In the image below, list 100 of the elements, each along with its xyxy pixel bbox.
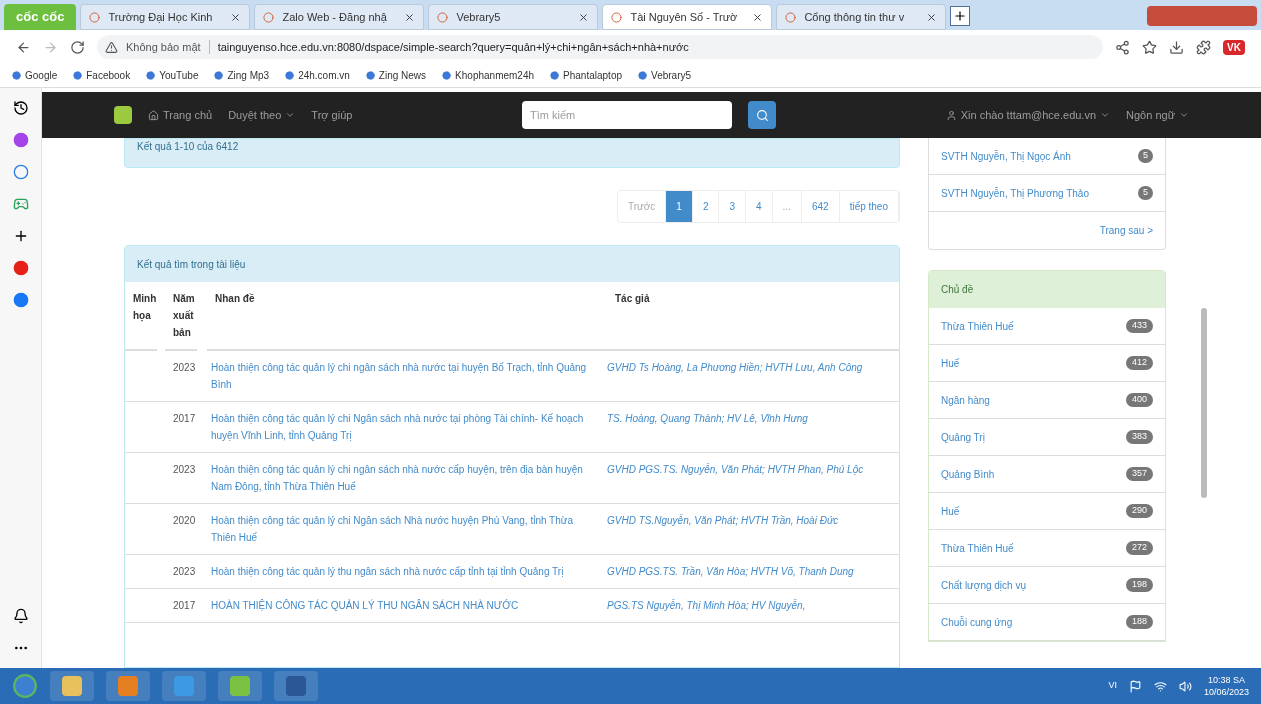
star-icon[interactable]: [1142, 39, 1158, 55]
nav-link[interactable]: Trang chủ: [148, 106, 213, 124]
facet-item[interactable]: Thừa Thiên Huế 433: [929, 308, 1165, 345]
nav-link[interactable]: Trợ giúp: [311, 106, 353, 124]
author-link[interactable]: GVHD Ts Hoàng, La Phương Hiền; HVTH Lưu, Anh Công: [607, 351, 899, 402]
facet-item[interactable]: SVTH Nguyễn, Thị Phương Thảo 5: [929, 175, 1165, 212]
facet-item[interactable]: Quảng Bình 357: [929, 456, 1165, 493]
year-cell: 2020: [165, 504, 207, 555]
network-icon[interactable]: [1153, 679, 1167, 693]
facet-item[interactable]: Ngân hàng 400: [929, 382, 1165, 419]
author-link[interactable]: GVHD PGS.TS. Nguyễn, Văn Phát; HVTH Phan, Phú Lộc: [607, 453, 899, 504]
count-badge: 5: [1138, 149, 1153, 163]
nav-link[interactable]: Duyệt theo: [228, 106, 296, 124]
page-link[interactable]: 3: [719, 191, 747, 222]
history-icon[interactable]: [12, 100, 29, 116]
site-icon: [263, 11, 275, 23]
start-button[interactable]: [12, 673, 38, 699]
count-badge: 412: [1125, 356, 1153, 370]
page-link[interactable]: tiếp theo: [839, 191, 899, 222]
new-tab-button[interactable]: [950, 6, 971, 26]
back-icon[interactable]: [16, 39, 31, 55]
bookmark-link[interactable]: Phantalaptop: [550, 68, 622, 83]
bookmark-link[interactable]: YouTube: [146, 68, 199, 83]
home-icon: [148, 109, 159, 121]
browser-tab[interactable]: Zalo Web - Đăng nhậ: [254, 4, 425, 30]
site-icon: [611, 11, 623, 23]
author-link[interactable]: GVHD TS.Nguyễn, Văn Phát; HVTH Trần, Hoài Đức: [607, 504, 899, 555]
reload-icon[interactable]: [70, 39, 85, 55]
puzzle-icon[interactable]: [1196, 39, 1212, 55]
search-button[interactable]: [748, 101, 777, 129]
tab-title: Zalo Web - Đăng nhậ: [282, 9, 388, 25]
scrollbar-thumb[interactable]: [1201, 308, 1207, 498]
count-badge: 198: [1125, 578, 1153, 592]
column-header[interactable]: Năm xuất bản: [165, 282, 197, 351]
facet-item[interactable]: Thừa Thiên Huế 272: [929, 530, 1165, 567]
browser-tab[interactable]: Tài Nguyên Số - Trườ: [602, 4, 773, 30]
address-bar[interactable]: Không bảo mật tainguyenso.hce.edu.vn:8080/dspace/simple-search?query=quản+lý+chi+ngân+sách+nhà+nước: [97, 35, 1104, 59]
site-logo[interactable]: [114, 106, 132, 124]
page-link[interactable]: 4: [746, 191, 773, 222]
language-menu[interactable]: Ngôn ngữ: [1126, 106, 1189, 124]
close-icon[interactable]: [926, 11, 938, 23]
close-icon[interactable]: [578, 11, 590, 23]
facet-item[interactable]: Quảng Trị 383: [929, 419, 1165, 456]
facet-item[interactable]: Chất lượng dịch vụ 198: [929, 567, 1165, 604]
language-label: Ngôn ngữ: [1126, 107, 1175, 123]
flag-icon[interactable]: [1128, 679, 1142, 693]
facet-item[interactable]: Huế 412: [929, 345, 1165, 382]
facet-item[interactable]: SVTH Nguyễn, Thị Ngọc Ánh 5: [929, 138, 1165, 175]
bookmark-link[interactable]: Zing News: [365, 68, 427, 83]
browser-tab[interactable]: Cổng thông tin thư v: [776, 4, 947, 30]
site-icon: [214, 71, 224, 80]
column-header[interactable]: Tác giả: [607, 282, 899, 351]
count-badge: 272: [1125, 541, 1153, 555]
bookmark-link[interactable]: Zing Mp3: [214, 68, 270, 83]
download-icon[interactable]: [1169, 39, 1185, 55]
title-link[interactable]: Hoàn thiện công tác quản lý chi Ngân sách Nhà nước huyện Phú Vang, tỉnh Thừa Thiên Huế: [207, 504, 607, 555]
close-icon[interactable]: [752, 11, 764, 23]
next-page-link[interactable]: Trang sau >: [1099, 223, 1153, 238]
facet-item[interactable]: Huế 290: [929, 493, 1165, 530]
results-summary: Kết quả 1-10 của 6412: [124, 138, 900, 168]
author-link[interactable]: TS. Hoàng, Quang Thành; HV Lê, Vĩnh Hưng: [607, 402, 899, 453]
title-link[interactable]: Hoàn thiện công tác quản lý chi Ngân sách nhà nước tại phòng Tài chính- Kế hoạch huyện Vĩnh Linh, tỉnh Quảng Trị: [207, 402, 607, 453]
title-link[interactable]: HOÀN THIỆN CÔNG TÁC QUẢN LÝ THU NGÂN SÁCH NHÀ NƯỚC: [207, 589, 607, 623]
page-link[interactable]: 1: [666, 191, 693, 222]
tab-title: Cổng thông tin thư v: [804, 9, 906, 25]
search-field[interactable]: Tìm kiếm: [522, 101, 733, 129]
tab-title: Trường Đại Học Kinh: [108, 9, 214, 25]
gamepad-icon[interactable]: [12, 196, 29, 212]
close-icon[interactable]: [230, 11, 242, 23]
browser-tab[interactable]: Trường Đại Học Kinh: [80, 4, 251, 30]
extension-button[interactable]: VK: [1223, 39, 1245, 55]
share-icon[interactable]: [1115, 39, 1131, 55]
site-icon: [437, 11, 449, 23]
column-header[interactable]: Nhan đề: [207, 282, 607, 351]
author-link[interactable]: GVHD PGS.TS. Trần, Văn Hòa; HVTH Võ, Thanh Dung: [607, 555, 899, 589]
caret-icon: [1179, 110, 1189, 120]
page-link[interactable]: 642: [801, 191, 840, 222]
close-icon[interactable]: [404, 11, 416, 23]
title-link[interactable]: Hoàn thiện công tác quản lý chi ngân sách nhà nước tại huyện Bố Trạch, tỉnh Quảng Bình: [207, 351, 607, 402]
warning-icon: [105, 40, 118, 54]
bookmark-link[interactable]: Google: [12, 68, 58, 83]
bookmark-link[interactable]: 24h.com.vn: [285, 68, 350, 83]
volume-icon[interactable]: [1178, 679, 1192, 693]
tab-title: Vebrary5: [456, 9, 502, 25]
clock[interactable]: 10:38 SA 10/06/2023: [1203, 674, 1249, 698]
browser-tab[interactable]: Vebrary5: [428, 4, 599, 30]
bell-icon[interactable]: [12, 608, 29, 624]
column-header[interactable]: Minh họa: [125, 282, 157, 351]
browser-logo[interactable]: cốc cốc: [4, 4, 77, 30]
caret-icon: [1100, 110, 1111, 120]
facet-item[interactable]: Chuỗi cung ứng 188: [929, 604, 1165, 641]
bookmark-link[interactable]: Facebook: [73, 68, 131, 83]
bookmark-link[interactable]: Khophanmem24h: [442, 68, 535, 83]
title-link[interactable]: Hoàn thiện công tác quản lý chi ngân sách nhà nước cấp huyện, trên địa bàn huyện Nam Đông, tỉnh Thừa Thiên Huế: [207, 453, 607, 504]
title-link[interactable]: Hoàn thiện công tác quản lý thu ngân sách nhà nước cấp tỉnh tại tỉnh Quảng Trị: [207, 555, 607, 589]
language-indicator[interactable]: VI: [1108, 679, 1117, 693]
user-menu[interactable]: Xin chào tttam@hce.edu.vn: [945, 106, 1111, 124]
author-link[interactable]: PGS.TS Nguyễn, Thị Minh Hòa; HV Nguyễn,: [607, 589, 899, 623]
page-link[interactable]: 2: [692, 191, 720, 222]
bookmark-link[interactable]: Vebrary5: [638, 68, 692, 83]
